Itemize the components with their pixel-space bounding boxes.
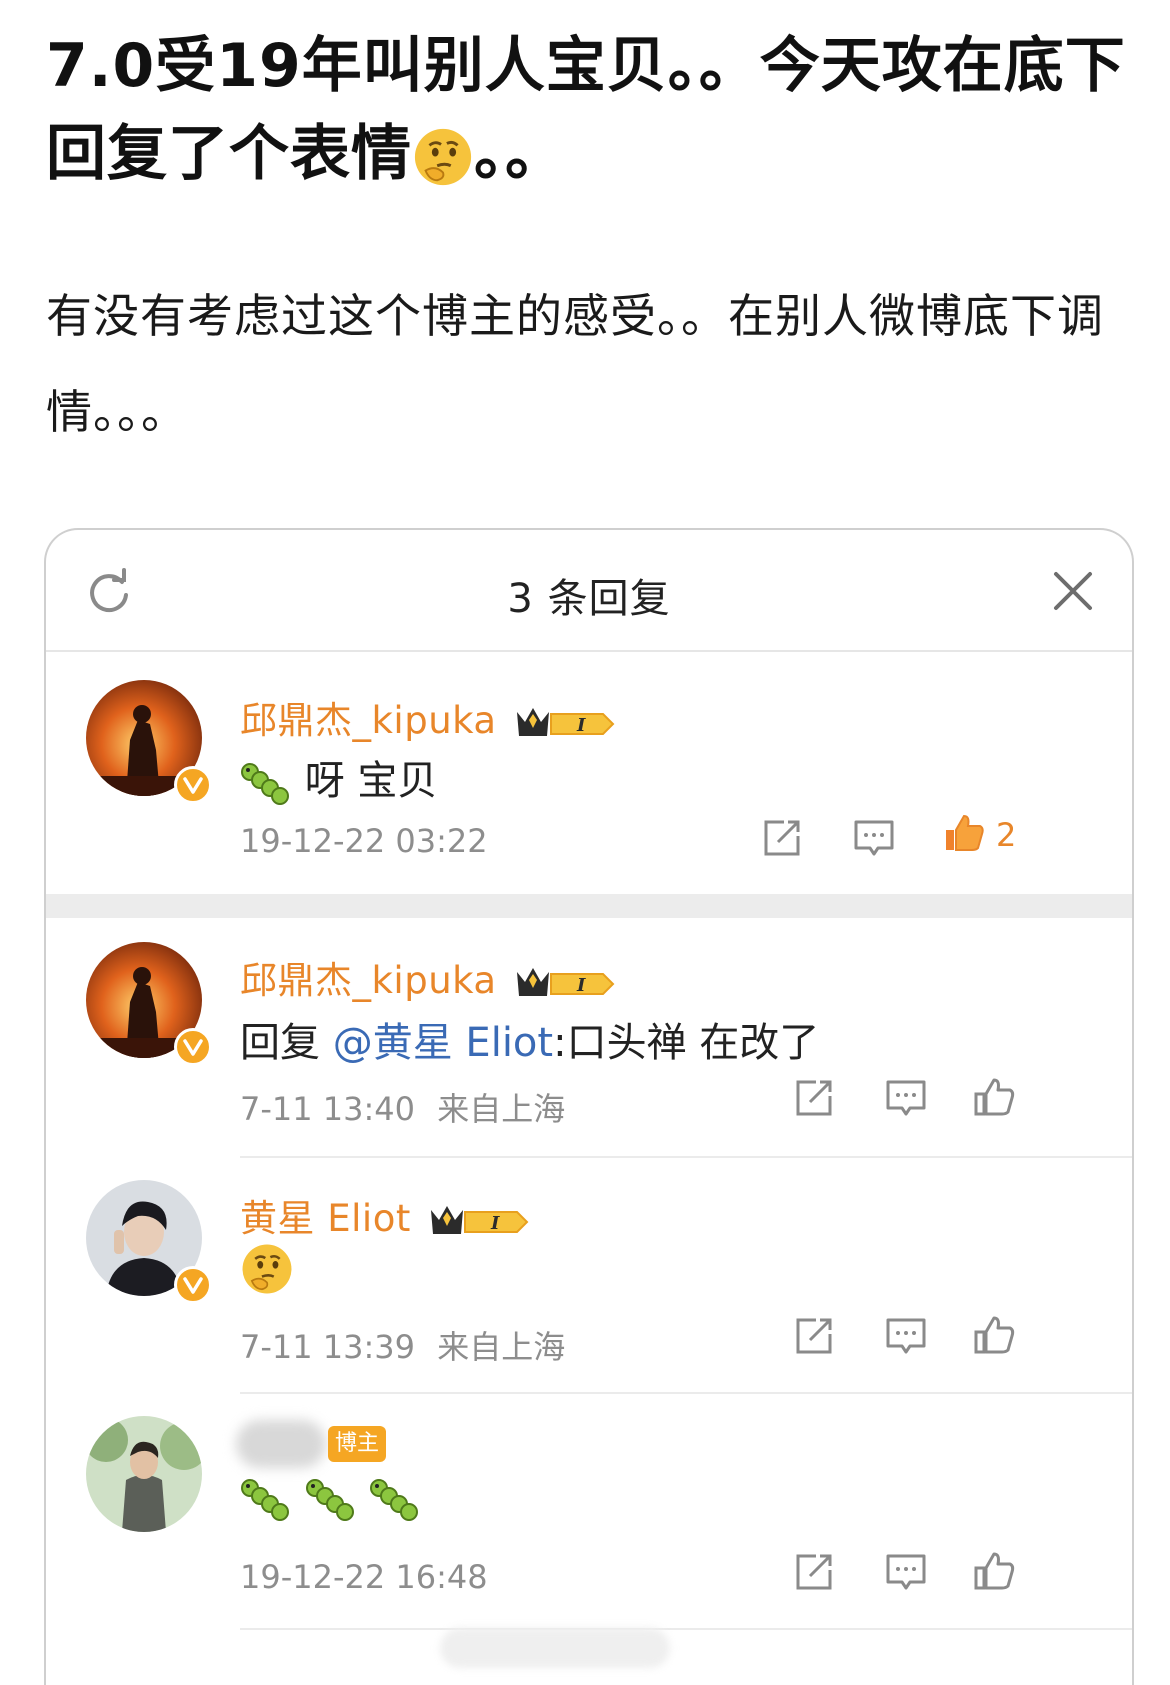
thinking-face-icon <box>414 129 472 186</box>
verified-badge-icon <box>174 1266 212 1304</box>
comment-time: 19-12-22 03:22 <box>240 822 488 860</box>
panel-header: 3 条回复 <box>46 530 1132 652</box>
divider <box>240 1628 1132 1630</box>
caterpillar-emoji-icon <box>241 1479 289 1521</box>
verified-badge-icon <box>174 766 212 804</box>
svg-text:I: I <box>490 1213 500 1234</box>
reply-meta: 7-11 13:39 来自上海 <box>240 1322 565 1368</box>
post-body: 有没有考虑过这个博主的感受。。在别人微博底下调情。。。 <box>46 289 1104 439</box>
share-icon[interactable] <box>792 1076 836 1120</box>
mention-link[interactable]: @黄星 Eliot <box>333 1020 553 1066</box>
reply-content <box>240 1242 294 1306</box>
comment-text: 呀 宝贝 <box>304 758 438 804</box>
reply-meta: 7-11 13:40 来自上海 <box>240 1084 565 1130</box>
comment-content: 呀 宝贝 <box>240 748 437 806</box>
svg-text:I: I <box>576 715 586 736</box>
reply-time: 7-11 13:40 <box>240 1090 416 1128</box>
username-text: 邱鼎杰_kipuka <box>240 699 497 742</box>
like-count: 2 <box>996 816 1017 854</box>
like-icon[interactable] <box>972 1074 1016 1118</box>
reply-item: 博主 19-12-22 16:48 <box>46 1394 1132 1630</box>
like-icon[interactable] <box>972 1548 1016 1592</box>
comment-username[interactable]: 邱鼎杰_kipuka I <box>240 690 615 744</box>
post-title-suffix: 。。 <box>474 119 566 189</box>
reply-location: 来自上海 <box>437 1090 566 1128</box>
reply-item: 邱鼎杰_kipuka I 回复 @黄星 Eliot:口头禅 在改了 7-11 1… <box>46 918 1132 1158</box>
close-icon[interactable] <box>1050 568 1096 614</box>
main-comment: 邱鼎杰_kipuka I 呀 宝贝 19-12-22 03:22 2 <box>46 652 1132 894</box>
like-icon[interactable] <box>942 810 986 854</box>
reply-text: :口头禅 在改了 <box>553 1020 820 1066</box>
member-crown-icon: I <box>431 1205 529 1234</box>
replies-panel: 3 条回复 邱鼎杰_kipuka I 呀 宝贝 19-12-22 03:22 2… <box>44 528 1134 1685</box>
comment-icon[interactable] <box>852 816 896 860</box>
watermark-blur <box>440 1628 670 1668</box>
reply-username[interactable]: 邱鼎杰_kipuka I <box>240 950 615 1004</box>
post-title: 7.0受19年叫别人宝贝。。今天攻在底下回复了个表情 。。 <box>46 22 1126 198</box>
reply-time: 7-11 13:39 <box>240 1328 416 1366</box>
blogger-badge: 博主 <box>328 1426 386 1462</box>
reply-time: 19-12-22 16:48 <box>240 1558 488 1596</box>
panel-title: 3 条回复 <box>507 576 671 622</box>
share-icon[interactable] <box>792 1314 836 1358</box>
reply-username[interactable]: 黄星 Eliot I <box>240 1188 529 1242</box>
svg-text:I: I <box>576 975 586 996</box>
caterpillar-emoji-icon <box>305 1479 354 1521</box>
avatar[interactable] <box>86 1416 202 1532</box>
reply-location: 来自上海 <box>437 1328 566 1366</box>
username-text: 邱鼎杰_kipuka <box>240 959 497 1002</box>
caterpillar-emoji-icon <box>241 763 289 805</box>
section-divider <box>46 894 1132 918</box>
caterpillar-emoji-icon <box>370 1479 419 1521</box>
username-text: 黄星 Eliot <box>240 1197 411 1240</box>
member-crown-icon: I <box>516 707 615 736</box>
reply-item: 黄星 Eliot I 7-11 13:39 来自上海 <box>46 1158 1132 1394</box>
avatar-image <box>86 1416 202 1532</box>
reply-content <box>240 1474 421 1522</box>
share-icon[interactable] <box>760 816 804 860</box>
reply-content: 回复 @黄星 Eliot:口头禅 在改了 <box>240 1010 819 1068</box>
comment-icon[interactable] <box>884 1076 928 1120</box>
comment-icon[interactable] <box>884 1314 928 1358</box>
share-icon[interactable] <box>792 1550 836 1594</box>
reply-prefix: 回复 <box>240 1020 333 1066</box>
member-crown-icon: I <box>516 967 615 996</box>
thinking-face-icon <box>242 1244 292 1294</box>
comment-icon[interactable] <box>884 1550 928 1594</box>
like-icon[interactable] <box>972 1312 1016 1356</box>
post-title-text: 7.0受19年叫别人宝贝。。今天攻在底下回复了个表情 <box>46 31 1126 189</box>
verified-badge-icon <box>174 1028 212 1066</box>
blurred-username[interactable] <box>236 1420 326 1468</box>
